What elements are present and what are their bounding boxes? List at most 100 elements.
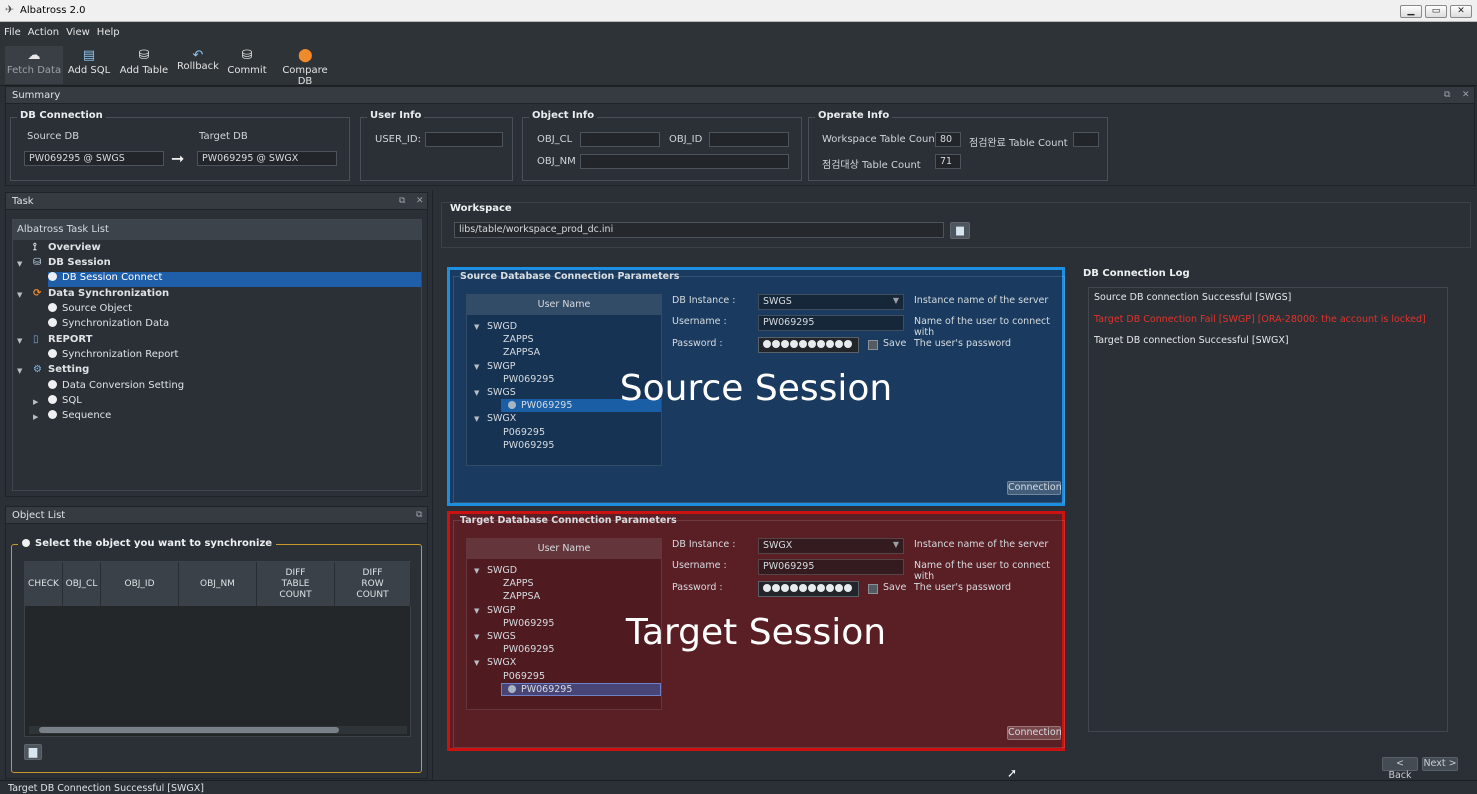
- float-icon[interactable]: ⧉: [1444, 90, 1450, 100]
- task-item-overview[interactable]: ⟟ Overview: [33, 242, 101, 257]
- tree-user-node[interactable]: ZAPPS: [503, 334, 534, 345]
- tree-instance-node[interactable]: SWGX ▼: [474, 657, 516, 668]
- commit-button[interactable]: ⛁ Commit: [226, 46, 268, 84]
- task-item-sequence[interactable]: ▶ Sequence: [33, 410, 111, 425]
- user-info-label: User Info: [367, 110, 425, 121]
- source-db-field: PW069295 @ SWGS: [24, 151, 164, 166]
- db-instance-select[interactable]: SWGS ▼: [758, 294, 904, 310]
- task-item-db-session-connect[interactable]: DB Session Connect: [48, 272, 421, 287]
- task-item-synchronization-report[interactable]: Synchronization Report: [48, 349, 178, 364]
- expand-arrow-icon[interactable]: ▼: [17, 291, 22, 299]
- chevron-down-icon[interactable]: ▼: [893, 296, 899, 305]
- next-button[interactable]: Next >: [1422, 757, 1458, 771]
- close-panel-icon[interactable]: ✕: [416, 196, 424, 206]
- maximize-button[interactable]: ▭: [1425, 5, 1447, 18]
- tree-instance-node[interactable]: SWGX ▼: [474, 413, 516, 424]
- column-header[interactable]: OBJ_CL: [63, 562, 101, 606]
- task-item-data-synchronization[interactable]: ▼ ⟳ Data Synchronization: [17, 288, 169, 303]
- column-header[interactable]: OBJ_ID: [101, 562, 179, 606]
- save-checkbox[interactable]: [868, 340, 878, 350]
- folder-icon[interactable]: ▆: [24, 744, 42, 760]
- target-db-field: PW069295 @ SWGX: [197, 151, 337, 166]
- tree-user-node[interactable]: P069295: [503, 427, 545, 438]
- menu-action[interactable]: Action: [24, 22, 62, 38]
- back-button[interactable]: < Back: [1382, 757, 1418, 781]
- task-item-setting[interactable]: ▼ ⚙ Setting: [17, 364, 89, 379]
- node-dot-icon: [48, 395, 57, 404]
- task-item-label: Synchronization Report: [62, 349, 179, 360]
- expand-arrow-icon[interactable]: ▼: [474, 415, 479, 423]
- close-button[interactable]: ✕: [1450, 5, 1472, 18]
- username-field[interactable]: PW069295: [758, 559, 904, 575]
- tree-user-node[interactable]: ZAPPS: [503, 578, 534, 589]
- task-item-synchronization-data[interactable]: Synchronization Data: [48, 318, 169, 333]
- menu-file[interactable]: File: [0, 22, 24, 38]
- menu-bar: File Action View Help: [0, 22, 1477, 42]
- column-header[interactable]: DIFF ROW COUNT: [335, 562, 411, 606]
- tree-user-node[interactable]: P069295: [503, 671, 545, 682]
- tree-user-node[interactable]: ZAPPSA: [503, 347, 540, 358]
- expand-arrow-icon[interactable]: ▼: [17, 367, 22, 375]
- task-item-source-object[interactable]: Source Object: [48, 303, 132, 318]
- add-table-button[interactable]: ⛁ Add Table: [118, 46, 170, 84]
- username-field[interactable]: PW069295: [758, 315, 904, 331]
- operate-info-label: Operate Info: [815, 110, 893, 121]
- float-icon[interactable]: ⧉: [416, 510, 422, 520]
- tree-user-node[interactable]: PW069295: [503, 440, 554, 451]
- target-count-label: 점검대상 Table Count: [822, 160, 921, 171]
- log-title: DB Connection Log: [1083, 268, 1190, 279]
- password-field[interactable]: [758, 581, 859, 597]
- tree-user-node[interactable]: PW069295: [501, 682, 661, 696]
- param-label: Username :: [672, 316, 727, 327]
- param-hint: Name of the user to connect with: [914, 316, 1051, 338]
- log-line: Target DB Connection Fail [SWGP] [ORA-28…: [1094, 313, 1426, 325]
- main-area: Workspace libs/table/workspace_prod_dc.i…: [432, 190, 1475, 781]
- task-item-label: DB Session Connect: [62, 272, 163, 283]
- task-item-label: Synchronization Data: [62, 318, 170, 329]
- node-dot-icon: [48, 410, 57, 419]
- expand-arrow-icon[interactable]: ▼: [474, 659, 479, 667]
- toolbar: ☁ Fetch Data ▤ Add SQL ⛁ Add Table ↶ Rol…: [0, 42, 1477, 88]
- log-box: Source DB connection Successful [SWGS] Ta…: [1088, 287, 1448, 732]
- connection-button[interactable]: Connection: [1007, 481, 1062, 495]
- menu-help[interactable]: Help: [93, 22, 123, 38]
- param-hint: Instance name of the server: [914, 295, 1049, 306]
- fetch-data-button[interactable]: ☁ Fetch Data: [5, 46, 63, 84]
- collapse-arrow-icon[interactable]: ▶: [33, 398, 38, 406]
- save-checkbox[interactable]: [868, 584, 878, 594]
- menu-view[interactable]: View: [62, 22, 93, 38]
- horizontal-scrollbar[interactable]: [29, 726, 407, 734]
- tree-instance-node[interactable]: SWGD ▼: [474, 321, 517, 332]
- collapse-arrow-icon[interactable]: ▶: [33, 413, 38, 421]
- tree-user-node[interactable]: ZAPPSA: [503, 591, 540, 602]
- db-instance-select[interactable]: SWGX ▼: [758, 538, 904, 554]
- task-item-db-session[interactable]: ▼ ⛁ DB Session: [17, 257, 111, 272]
- compare-db-button[interactable]: ⬤ Compare DB: [274, 46, 336, 88]
- object-list-prompt: Select the object you want to synchroniz…: [18, 538, 277, 549]
- node-dot-icon: [48, 318, 57, 327]
- password-field[interactable]: [758, 337, 859, 353]
- target-highlight-frame: Target Database Connection Parameters Use…: [447, 511, 1065, 751]
- column-header[interactable]: OBJ_NM: [179, 562, 257, 606]
- scrollbar-thumb[interactable]: [39, 727, 339, 733]
- column-header[interactable]: DIFF TABLE COUNT: [257, 562, 335, 606]
- task-item-data-conversion-setting[interactable]: Data Conversion Setting: [48, 380, 184, 395]
- workspace-path-field[interactable]: libs/table/workspace_prod_dc.ini: [454, 222, 944, 238]
- expand-arrow-icon[interactable]: ▼: [474, 323, 479, 331]
- column-header[interactable]: CHECK: [25, 562, 63, 606]
- connection-button[interactable]: Connection: [1007, 726, 1062, 740]
- task-item-report[interactable]: ▼ ▯ REPORT: [17, 334, 92, 349]
- rollback-button[interactable]: ↶ Rollback: [176, 46, 220, 84]
- minimize-button[interactable]: ▁: [1400, 5, 1422, 18]
- add-sql-button[interactable]: ▤ Add SQL: [66, 46, 112, 84]
- task-item-sql[interactable]: ▶ SQL: [33, 395, 82, 410]
- expand-arrow-icon[interactable]: ▼: [17, 260, 22, 268]
- folder-icon[interactable]: ▆: [950, 222, 970, 239]
- expand-arrow-icon[interactable]: ▼: [474, 567, 479, 575]
- tree-instance-node[interactable]: SWGD ▼: [474, 565, 517, 576]
- close-panel-icon[interactable]: ✕: [1462, 90, 1470, 100]
- chevron-down-icon[interactable]: ▼: [893, 540, 899, 549]
- mouse-cursor-icon: ➚: [1007, 766, 1018, 780]
- expand-arrow-icon[interactable]: ▼: [17, 337, 22, 345]
- float-icon[interactable]: ⧉: [399, 196, 405, 206]
